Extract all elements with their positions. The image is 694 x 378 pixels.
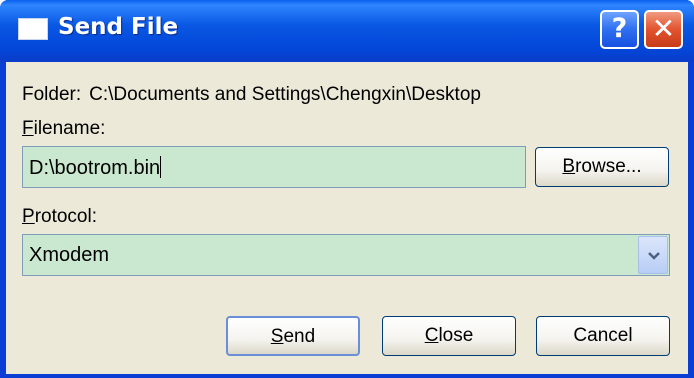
cancel-button[interactable]: Cancel (536, 316, 670, 356)
filename-label-mnemonic: F (22, 118, 34, 139)
help-button[interactable]: ? (600, 10, 639, 49)
send-rest: end (283, 326, 316, 347)
close-window-button[interactable]: ✕ (644, 10, 683, 49)
dialog-body: Folder: C:\Documents and Settings\Chengxi… (6, 62, 688, 374)
chevron-down-icon (648, 252, 660, 260)
protocol-selected-value: Xmodem (29, 244, 110, 266)
text-caret (160, 156, 162, 178)
close-button[interactable]: Close (382, 316, 516, 356)
filename-value: D:\bootrom.bin (29, 157, 161, 179)
window-icon (18, 18, 48, 40)
filename-label-rest: ilename: (33, 118, 106, 139)
close-rest: lose (438, 325, 474, 346)
folder-path: C:\Documents and Settings\Chengxin\Deskt… (89, 84, 481, 105)
send-button[interactable]: Send (226, 316, 360, 356)
send-file-dialog: Send File ? ✕ Folder: C:\Documents and Se… (0, 0, 694, 378)
protocol-label: Protocol: (22, 206, 97, 228)
filename-input[interactable]: D:\bootrom.bin (22, 146, 526, 188)
protocol-label-mnemonic: P (22, 206, 35, 227)
window-title: Send File (58, 14, 179, 40)
browse-rest: rowse... (575, 156, 642, 177)
filename-label: Filename: (22, 118, 105, 140)
title-bar[interactable]: Send File ? ✕ (0, 0, 694, 62)
dropdown-button[interactable] (638, 236, 668, 274)
browse-button[interactable]: Browse... (535, 147, 669, 187)
close-mnemonic: C (424, 325, 439, 346)
folder-line: Folder: C:\Documents and Settings\Chengxi… (22, 84, 489, 106)
send-mnemonic: S (270, 326, 284, 347)
protocol-select[interactable]: Xmodem (22, 234, 670, 276)
browse-mnemonic: B (562, 156, 576, 177)
folder-label: Folder: (22, 84, 82, 105)
protocol-label-rest: rotocol: (34, 206, 97, 227)
